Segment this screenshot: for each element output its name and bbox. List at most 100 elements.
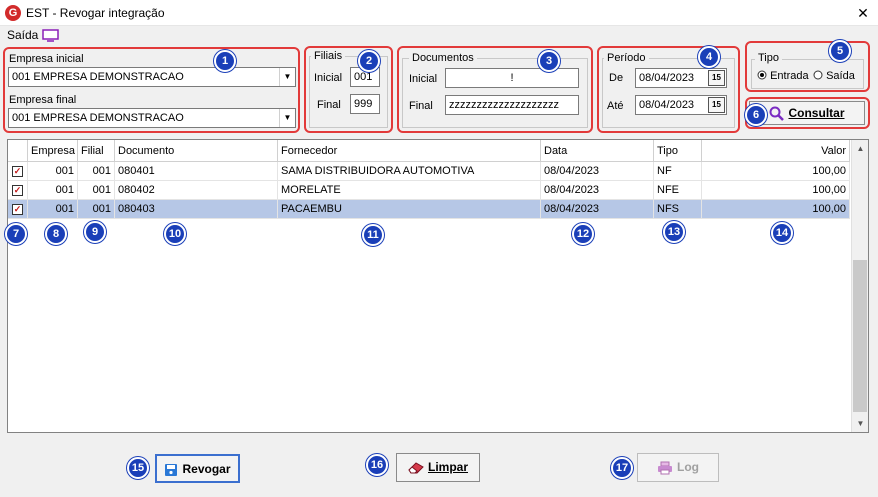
radio-checked-icon xyxy=(757,70,767,80)
close-button[interactable]: ✕ xyxy=(848,0,878,26)
search-icon xyxy=(769,106,785,122)
empresa-inicial-label: Empresa inicial xyxy=(9,53,84,65)
limpar-label: Limpar xyxy=(427,460,468,474)
badge-14: 14 xyxy=(771,222,793,244)
periodo-de-input[interactable]: 08/04/2023 15 xyxy=(635,68,727,88)
calendar-icon[interactable]: 15 xyxy=(708,97,725,113)
documentos-title: Documentos xyxy=(409,52,477,64)
row-check-cell: ✓ xyxy=(8,181,28,200)
tipo-saida-label: Saída xyxy=(826,70,855,82)
badge-17: 17 xyxy=(611,457,633,479)
empresa-final-value: 001 EMPRESA DEMONSTRACAO xyxy=(12,112,184,124)
radio-unchecked-icon xyxy=(813,70,823,80)
title-bar: G EST - Revogar integração ✕ xyxy=(0,0,878,26)
calendar-icon[interactable]: 15 xyxy=(708,70,725,86)
documento-final-input[interactable]: zzzzzzzzzzzzzzzzzzzz xyxy=(445,95,579,115)
eraser-icon xyxy=(408,462,424,474)
cell-valor: 100,00 xyxy=(702,162,850,181)
col-header-data[interactable]: Data xyxy=(541,140,654,162)
cell-empresa: 001 xyxy=(28,200,78,219)
badge-15: 15 xyxy=(127,457,149,479)
cell-filial: 001 xyxy=(78,162,115,181)
revogar-label: Revogar xyxy=(182,462,231,476)
filiais-inicial-label: Inicial xyxy=(314,72,343,84)
table-row[interactable]: ✓ 001 001 080401 SAMA DISTRIBUIDORA AUTO… xyxy=(8,162,850,181)
filiais-title: Filiais xyxy=(311,50,346,62)
printer-icon xyxy=(658,461,672,475)
badge-10: 10 xyxy=(164,223,186,245)
badge-6: 6 xyxy=(745,104,767,126)
row-check-cell: ✓ xyxy=(8,162,28,181)
tipo-entrada-label: Entrada xyxy=(770,70,809,82)
col-header-check[interactable] xyxy=(8,140,28,162)
documentos-inicial-label: Inicial xyxy=(409,73,438,85)
window-title: EST - Revogar integração xyxy=(26,6,165,20)
tipo-saida-radio[interactable]: Saída xyxy=(813,70,855,82)
cell-tipo: NFS xyxy=(654,200,702,219)
scrollbar-thumb[interactable] xyxy=(853,260,867,412)
cell-documento: 080402 xyxy=(115,181,278,200)
empresa-inicial-value: 001 EMPRESA DEMONSTRACAO xyxy=(12,71,184,83)
periodo-ate-input[interactable]: 08/04/2023 15 xyxy=(635,95,727,115)
col-header-empresa[interactable]: Empresa xyxy=(28,140,78,162)
chevron-up-icon[interactable]: ▲ xyxy=(852,140,869,157)
tipo-entrada-radio[interactable]: Entrada xyxy=(757,70,809,82)
row-check-cell: ✓ xyxy=(8,200,28,219)
cell-valor: 100,00 xyxy=(702,200,850,219)
documentos-final-label: Final xyxy=(409,100,433,112)
cell-tipo: NF xyxy=(654,162,702,181)
cell-fornecedor: SAMA DISTRIBUIDORA AUTOMOTIVA xyxy=(278,162,541,181)
documento-inicial-input[interactable]: ! xyxy=(445,68,579,88)
checkbox-checked-icon[interactable]: ✓ xyxy=(12,204,23,215)
periodo-de-label: De xyxy=(609,72,624,84)
menu-saida[interactable]: Saída xyxy=(7,28,38,42)
badge-2: 2 xyxy=(358,50,380,72)
limpar-button[interactable]: Limpar xyxy=(396,453,480,482)
monitor-icon[interactable] xyxy=(42,29,59,42)
badge-9: 9 xyxy=(84,221,106,243)
table-row[interactable]: ✓ 001 001 080402 MORELATE 08/04/2023 NFE… xyxy=(8,181,850,200)
revogar-button[interactable]: Revogar xyxy=(155,454,240,483)
periodo-ate-value: 08/04/2023 xyxy=(639,99,695,111)
badge-5: 5 xyxy=(829,40,851,62)
col-header-filial[interactable]: Filial xyxy=(78,140,115,162)
save-icon xyxy=(165,463,178,476)
badge-7: 7 xyxy=(5,223,27,245)
badge-4: 4 xyxy=(698,46,720,68)
table-row-selected[interactable]: ✓ 001 001 080403 PACAEMBU 08/04/2023 NFS… xyxy=(8,200,850,219)
cell-filial: 001 xyxy=(78,181,115,200)
cell-data: 08/04/2023 xyxy=(541,200,654,219)
col-header-valor[interactable]: Valor xyxy=(702,140,850,162)
cell-documento: 080403 xyxy=(115,200,278,219)
empresa-final-label: Empresa final xyxy=(9,94,77,106)
col-header-documento[interactable]: Documento xyxy=(115,140,278,162)
documents-grid[interactable]: Empresa Filial Documento Fornecedor Data… xyxy=(7,139,869,433)
cell-fornecedor: MORELATE xyxy=(278,181,541,200)
checkbox-checked-icon[interactable]: ✓ xyxy=(12,185,23,196)
empresa-inicial-select[interactable]: 001 EMPRESA DEMONSTRACAO ▼ xyxy=(8,67,296,87)
consultar-label: Consultar xyxy=(788,106,845,120)
empresa-final-select[interactable]: 001 EMPRESA DEMONSTRACAO ▼ xyxy=(8,108,296,128)
cell-valor: 100,00 xyxy=(702,181,850,200)
chevron-down-icon[interactable]: ▼ xyxy=(852,415,869,432)
badge-8: 8 xyxy=(45,223,67,245)
chevron-down-icon[interactable]: ▼ xyxy=(279,68,295,86)
badge-3: 3 xyxy=(538,50,560,72)
filial-final-input[interactable]: 999 xyxy=(350,94,380,114)
log-label: Log xyxy=(677,460,699,474)
col-header-tipo[interactable]: Tipo xyxy=(654,140,702,162)
chevron-down-icon[interactable]: ▼ xyxy=(279,109,295,127)
col-header-fornecedor[interactable]: Fornecedor xyxy=(278,140,541,162)
badge-16: 16 xyxy=(366,454,388,476)
log-button[interactable]: Log xyxy=(637,453,719,482)
cell-filial: 001 xyxy=(78,200,115,219)
cell-data: 08/04/2023 xyxy=(541,181,654,200)
cell-fornecedor: PACAEMBU xyxy=(278,200,541,219)
checkbox-checked-icon[interactable]: ✓ xyxy=(12,166,23,177)
vertical-scrollbar[interactable]: ▲ ▼ xyxy=(851,140,868,432)
badge-11: 11 xyxy=(362,224,384,246)
tipo-title: Tipo xyxy=(755,52,782,64)
app-logo-icon: G xyxy=(5,5,21,21)
cell-tipo: NFE xyxy=(654,181,702,200)
periodo-de-value: 08/04/2023 xyxy=(639,72,695,84)
